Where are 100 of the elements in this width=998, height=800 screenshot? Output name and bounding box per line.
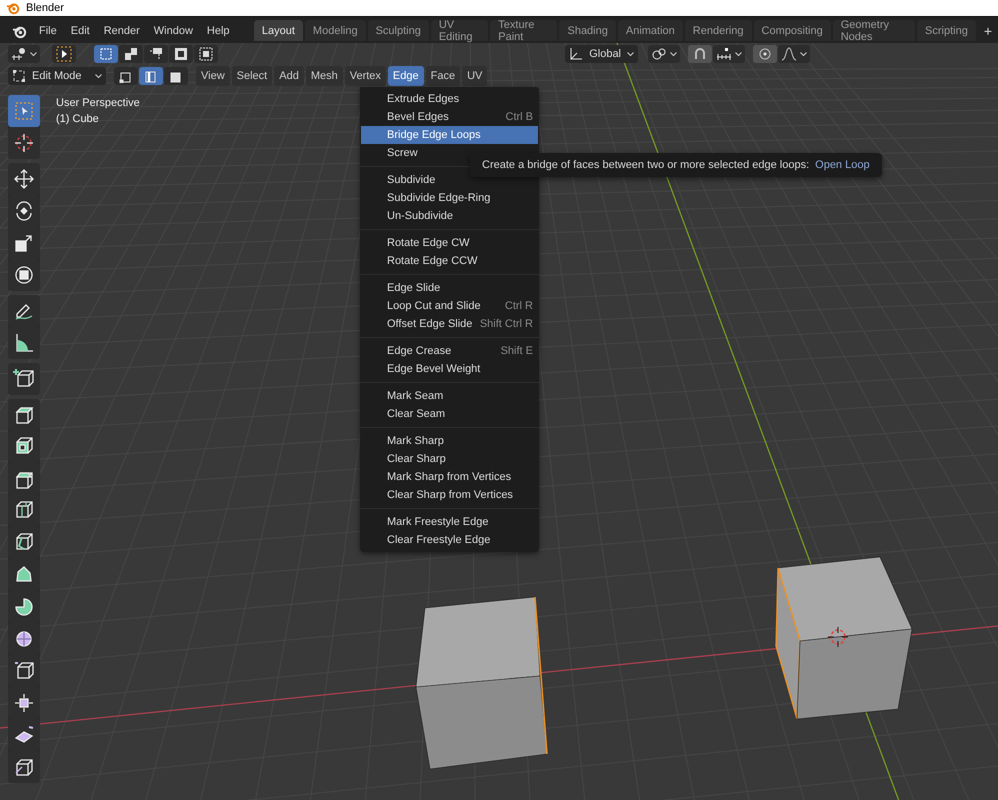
select-mode-button[interactable] (114, 67, 138, 85)
pivot-dropdown[interactable] (648, 45, 680, 63)
menu-item[interactable]: Bevel Edges Ctrl B (361, 108, 538, 126)
magnet-icon (693, 47, 707, 61)
pivot-icon (11, 47, 27, 61)
menu-item[interactable]: Subdivide Edge-Ring (361, 189, 538, 207)
menu-item[interactable]: Mark Sharp (361, 432, 538, 450)
header-menu[interactable]: Add (274, 66, 304, 86)
workspace-tab[interactable]: Modeling (304, 20, 366, 41)
menu-item[interactable]: Mark Seam (361, 387, 538, 405)
logo-icon (12, 24, 27, 38)
menu-item[interactable]: Render (98, 19, 146, 43)
tool-button[interactable] (8, 751, 40, 783)
menu-item[interactable]: Offset Edge Slide Shift Ctrl R (361, 315, 538, 333)
tool-button[interactable] (8, 363, 40, 395)
selection-mode-button[interactable] (144, 45, 168, 63)
menu-item[interactable]: Subdivide (361, 171, 538, 189)
workspace-tab[interactable]: Rendering (684, 20, 752, 41)
workspace-tab[interactable]: UV Editing (430, 20, 488, 41)
menu-item[interactable]: Bridge Edge Loops (361, 126, 538, 144)
menu-item[interactable]: Clear Sharp from Vertices (361, 486, 538, 504)
select-extend-icon (124, 47, 138, 61)
tool-button[interactable] (8, 327, 40, 359)
snap-increment-icon (716, 47, 732, 61)
tool-button[interactable] (8, 295, 40, 327)
proportional-toggle[interactable] (753, 45, 777, 63)
menu-item[interactable]: Mark Sharp from Vertices (361, 468, 538, 486)
proportional-icon (758, 47, 772, 61)
header-menu[interactable]: UV (462, 66, 488, 86)
menu-item[interactable]: Rotate Edge CCW (361, 252, 538, 270)
logo-icon (6, 1, 20, 15)
caret-icon (735, 52, 742, 56)
select-invert-icon (174, 47, 188, 61)
menu-item[interactable]: Edge Bevel Weight (361, 360, 538, 378)
selection-mode-button[interactable] (169, 45, 193, 63)
menu-item[interactable]: Edge Slide (361, 279, 538, 297)
falloff-dropdown[interactable] (778, 45, 810, 63)
caret-icon (670, 52, 677, 56)
mode-dropdown[interactable]: Edit Mode (8, 67, 106, 85)
falloff-curve-icon (781, 47, 797, 61)
menu-item[interactable]: Mark Freestyle Edge (361, 513, 538, 531)
selection-mode-button[interactable] (119, 45, 143, 63)
tool-button[interactable] (8, 127, 40, 159)
selection-mode-button[interactable] (94, 45, 118, 63)
tool-button[interactable] (8, 399, 40, 431)
shrink-icon (13, 692, 35, 714)
header-menu[interactable]: Vertex (344, 66, 386, 86)
move-icon (13, 168, 35, 190)
workspace-tab[interactable]: Texture Paint (490, 20, 558, 41)
tool-button[interactable] (52, 45, 76, 63)
edge-mode-icon (144, 69, 158, 83)
header-menu[interactable]: Select (232, 66, 272, 86)
menu-item[interactable]: Clear Sharp (361, 450, 538, 468)
cursor-icon (13, 132, 35, 154)
caret-icon (627, 52, 634, 56)
select-intersect-icon (199, 47, 213, 61)
header-menu[interactable]: Mesh (306, 66, 343, 86)
transform-icon (13, 264, 35, 286)
tool-button[interactable] (8, 259, 40, 291)
axes-icon (569, 47, 584, 61)
shortcut-text: Ctrl R (504, 300, 533, 312)
select-subtract-icon (149, 47, 163, 61)
caret-icon (30, 52, 37, 56)
edit-mode-icon (12, 69, 26, 83)
view-name: User Perspective (56, 97, 140, 109)
header-menu[interactable]: View (196, 66, 230, 86)
menu-item[interactable]: Edge Crease Shift E (361, 342, 538, 360)
menu-item[interactable]: Clear Seam (361, 405, 538, 423)
select-tool-icon (56, 46, 72, 62)
menu-item[interactable]: Edit (64, 19, 96, 43)
menu-item[interactable]: Un-Subdivide (361, 207, 538, 225)
workspace-tab[interactable]: Geometry Nodes (832, 20, 916, 41)
menu-item[interactable]: File (33, 19, 63, 43)
snap-toggle[interactable] (688, 45, 712, 63)
select-mode-button[interactable] (164, 67, 188, 85)
orientation-dropdown[interactable]: Global (565, 45, 638, 63)
menu-item[interactable]: Extrude Edges (361, 90, 538, 108)
menu-item[interactable]: Clear Freestyle Edge (361, 531, 538, 549)
selection-mode-button[interactable] (194, 45, 218, 63)
workspace-tab[interactable]: Shading (559, 20, 616, 41)
tool-button[interactable] (8, 163, 40, 195)
header-menu[interactable]: Edge (388, 66, 424, 86)
workspace-tab[interactable]: Layout (254, 20, 303, 41)
workspace-tab[interactable]: Animation (618, 20, 683, 41)
caret-icon (800, 52, 807, 56)
menu-item[interactable]: Help (200, 19, 236, 43)
add-workspace-button[interactable]: + (978, 19, 998, 43)
select-box-icon (13, 100, 35, 122)
menu-item[interactable]: Rotate Edge CW (361, 234, 538, 252)
workspace-tab[interactable]: Scripting (917, 20, 976, 41)
workspace-tab[interactable]: Compositing (754, 20, 831, 41)
gizmo-dropdown[interactable] (8, 45, 40, 63)
workspace-tab[interactable]: Sculpting (368, 20, 429, 41)
menu-item[interactable]: Window (148, 19, 199, 43)
header-menu[interactable]: Face (426, 66, 460, 86)
select-mode-button[interactable] (139, 67, 163, 85)
menu-item[interactable]: Loop Cut and Slide Ctrl R (361, 297, 538, 315)
caret-icon (95, 74, 102, 78)
shortcut-text: Ctrl B (506, 111, 533, 123)
snap-dropdown[interactable] (713, 45, 745, 63)
